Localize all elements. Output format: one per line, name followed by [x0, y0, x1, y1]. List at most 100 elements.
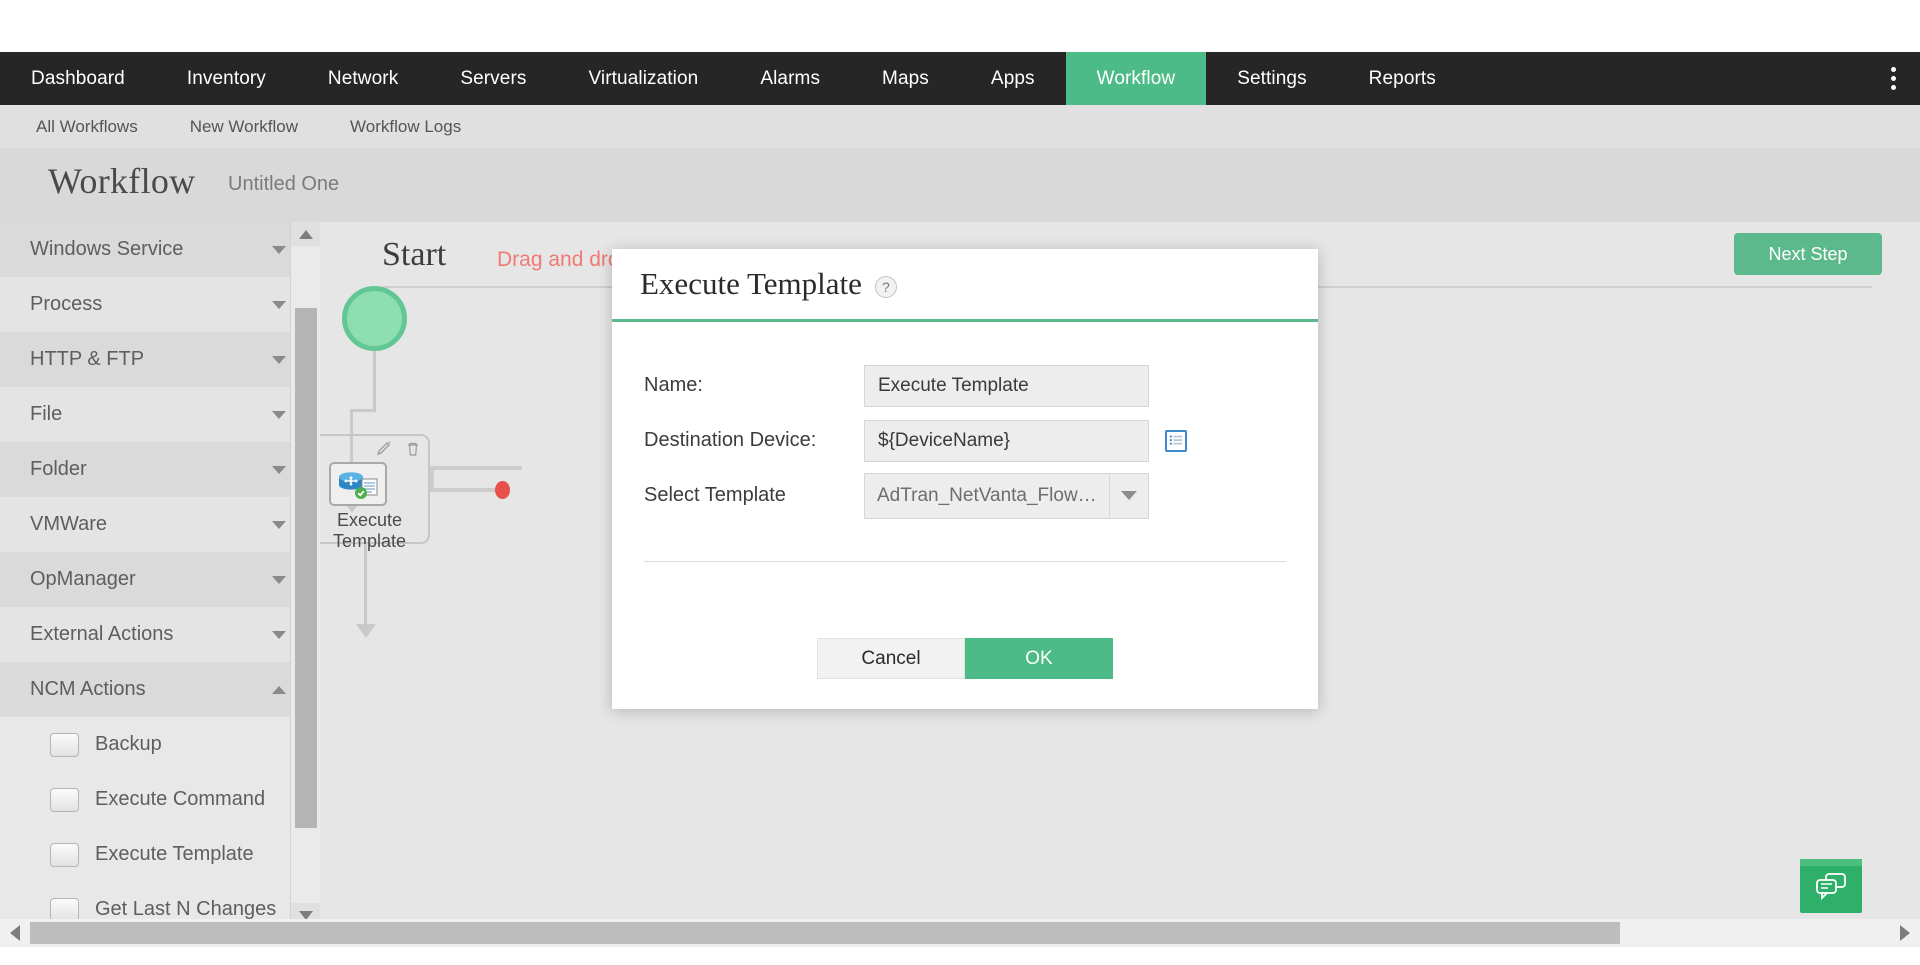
sidebar-item-execute-command[interactable]: Execute Command — [0, 772, 320, 827]
drag-handle-icon — [50, 787, 79, 812]
arrow-up-icon — [299, 229, 313, 239]
chevron-down-icon[interactable] — [1109, 473, 1148, 518]
nav-item-servers[interactable]: Servers — [429, 52, 557, 105]
chevron-down-icon — [272, 300, 286, 309]
kebab-menu-icon[interactable] — [1874, 52, 1920, 105]
nav-item-settings[interactable]: Settings — [1206, 52, 1337, 105]
select-template-dropdown[interactable]: AdTran_NetVanta_FlowExp... — [864, 472, 1149, 519]
connector-line — [430, 466, 522, 470]
sidebar-group-external-actions[interactable]: External Actions — [0, 607, 320, 662]
scroll-up-button[interactable] — [291, 222, 321, 246]
sidebar-group-opmanager[interactable]: OpManager — [0, 552, 320, 607]
connector-line — [364, 544, 367, 629]
nav-label: Virtualization — [588, 67, 699, 89]
workflow-node-execute-template[interactable]: Execute Template — [320, 434, 430, 551]
connector-line — [373, 351, 376, 411]
horizontal-scrollbar-thumb[interactable] — [30, 922, 1620, 944]
horizontal-scrollbar[interactable] — [0, 919, 1920, 947]
subnav-label: New Workflow — [189, 116, 299, 136]
chevron-down-icon — [272, 465, 286, 474]
sidebar-group-process[interactable]: Process — [0, 277, 320, 332]
dialog-header: Execute Template ? — [612, 249, 1318, 322]
field-row-select-template: Select Template AdTran_NetVanta_FlowExp.… — [644, 468, 1286, 523]
chevron-down-icon — [272, 630, 286, 639]
scroll-left-button[interactable] — [0, 919, 30, 947]
subnav-item-workflow-logs[interactable]: Workflow Logs — [324, 117, 487, 137]
nav-label: Settings — [1237, 67, 1307, 89]
sidebar-group-vmware[interactable]: VMWare — [0, 497, 320, 552]
sidebar-item-execute-template[interactable]: Execute Template — [0, 827, 320, 882]
cancel-button[interactable]: Cancel — [817, 638, 965, 679]
edit-pencil-icon[interactable] — [376, 440, 394, 458]
connector-line — [350, 409, 376, 412]
sidebar-group-windows-service[interactable]: Windows Service — [0, 222, 320, 277]
nav-item-apps[interactable]: Apps — [960, 52, 1066, 105]
execute-template-node-icon — [329, 462, 387, 506]
help-question-icon[interactable]: ? — [874, 276, 897, 298]
nav-label: Reports — [1368, 67, 1436, 89]
ok-button[interactable]: OK — [965, 638, 1113, 679]
nav-item-virtualization[interactable]: Virtualization — [557, 52, 729, 105]
nav-label: Apps — [990, 67, 1035, 89]
nav-item-workflow[interactable]: Workflow — [1065, 52, 1207, 105]
subnav-item-all-workflows[interactable]: All Workflows — [0, 117, 164, 137]
field-row-destination-device: Destination Device: — [644, 413, 1286, 468]
nav-label: Network — [327, 67, 399, 89]
name-field-label: Name: — [644, 374, 703, 396]
nav-item-network[interactable]: Network — [297, 52, 429, 105]
nav-item-alarms[interactable]: Alarms — [729, 52, 851, 105]
application-window: Dashboard Inventory Network Servers Virt… — [0, 0, 1920, 965]
arrow-left-icon — [10, 925, 20, 941]
connector-endpoint-marker[interactable] — [495, 481, 510, 499]
sidebar-scrollbar-thumb[interactable] — [295, 308, 317, 828]
next-step-button[interactable]: Next Step — [1734, 233, 1882, 275]
nav-label: Alarms — [760, 67, 821, 89]
workflow-node-label: Execute Template — [320, 510, 432, 552]
nav-item-reports[interactable]: Reports — [1338, 52, 1467, 105]
sidebar-scrollbar[interactable] — [290, 222, 321, 927]
sidebar-item-label: Execute Template — [95, 843, 254, 865]
canvas-start-heading: Start — [382, 236, 447, 273]
sidebar-group-file[interactable]: File — [0, 387, 320, 442]
subnav-item-new-workflow[interactable]: New Workflow — [164, 117, 324, 137]
device-list-picker-icon[interactable] — [1165, 429, 1187, 452]
sidebar-group-folder[interactable]: Folder — [0, 442, 320, 497]
nav-label: Maps — [882, 67, 929, 89]
trash-icon[interactable] — [404, 440, 422, 458]
select-template-label: Select Template — [644, 484, 786, 506]
destination-device-input[interactable] — [864, 419, 1149, 462]
sidebar-item-label: Backup — [95, 733, 162, 755]
dialog-title: Execute Template — [640, 266, 862, 301]
workflow-start-node[interactable] — [342, 286, 407, 351]
sidebar-group-label: OpManager — [30, 568, 136, 590]
chevron-down-icon — [272, 575, 286, 584]
sidebar-group-label: External Actions — [30, 623, 174, 645]
nav-label: Dashboard — [31, 67, 125, 89]
select-template-value: AdTran_NetVanta_FlowExp... — [877, 484, 1110, 506]
sidebar-group-label: Windows Service — [30, 238, 184, 260]
nav-item-dashboard[interactable]: Dashboard — [0, 52, 156, 105]
dialog-divider — [644, 561, 1286, 562]
sidebar-group-label: Folder — [30, 458, 87, 480]
connector-line — [430, 488, 496, 492]
sidebar-group-http-ftp[interactable]: HTTP & FTP — [0, 332, 320, 387]
chevron-down-icon — [272, 245, 286, 254]
drag-handle-icon — [50, 897, 79, 922]
sidebar-group-ncm-actions[interactable]: NCM Actions — [0, 662, 320, 717]
drag-handle-icon — [50, 732, 79, 757]
name-input[interactable] — [864, 364, 1149, 407]
connector-line — [430, 466, 434, 490]
nav-item-maps[interactable]: Maps — [851, 52, 960, 105]
chat-bubbles-icon — [1816, 873, 1846, 901]
sidebar-group-label: HTTP & FTP — [30, 348, 145, 370]
sidebar-item-backup[interactable]: Backup — [0, 717, 320, 772]
sub-navigation-bar: All Workflows New Workflow Workflow Logs — [0, 105, 1920, 148]
subnav-label: Workflow Logs — [350, 116, 462, 136]
nav-item-inventory[interactable]: Inventory — [156, 52, 297, 105]
chat-button-cap — [1800, 859, 1862, 866]
sidebar-group-label: File — [30, 403, 63, 425]
subnav-label: All Workflows — [36, 116, 138, 136]
scroll-right-button[interactable] — [1890, 919, 1920, 947]
execute-template-dialog: Execute Template ? Name: Destination Dev… — [612, 249, 1318, 709]
chat-support-button[interactable] — [1800, 859, 1862, 913]
